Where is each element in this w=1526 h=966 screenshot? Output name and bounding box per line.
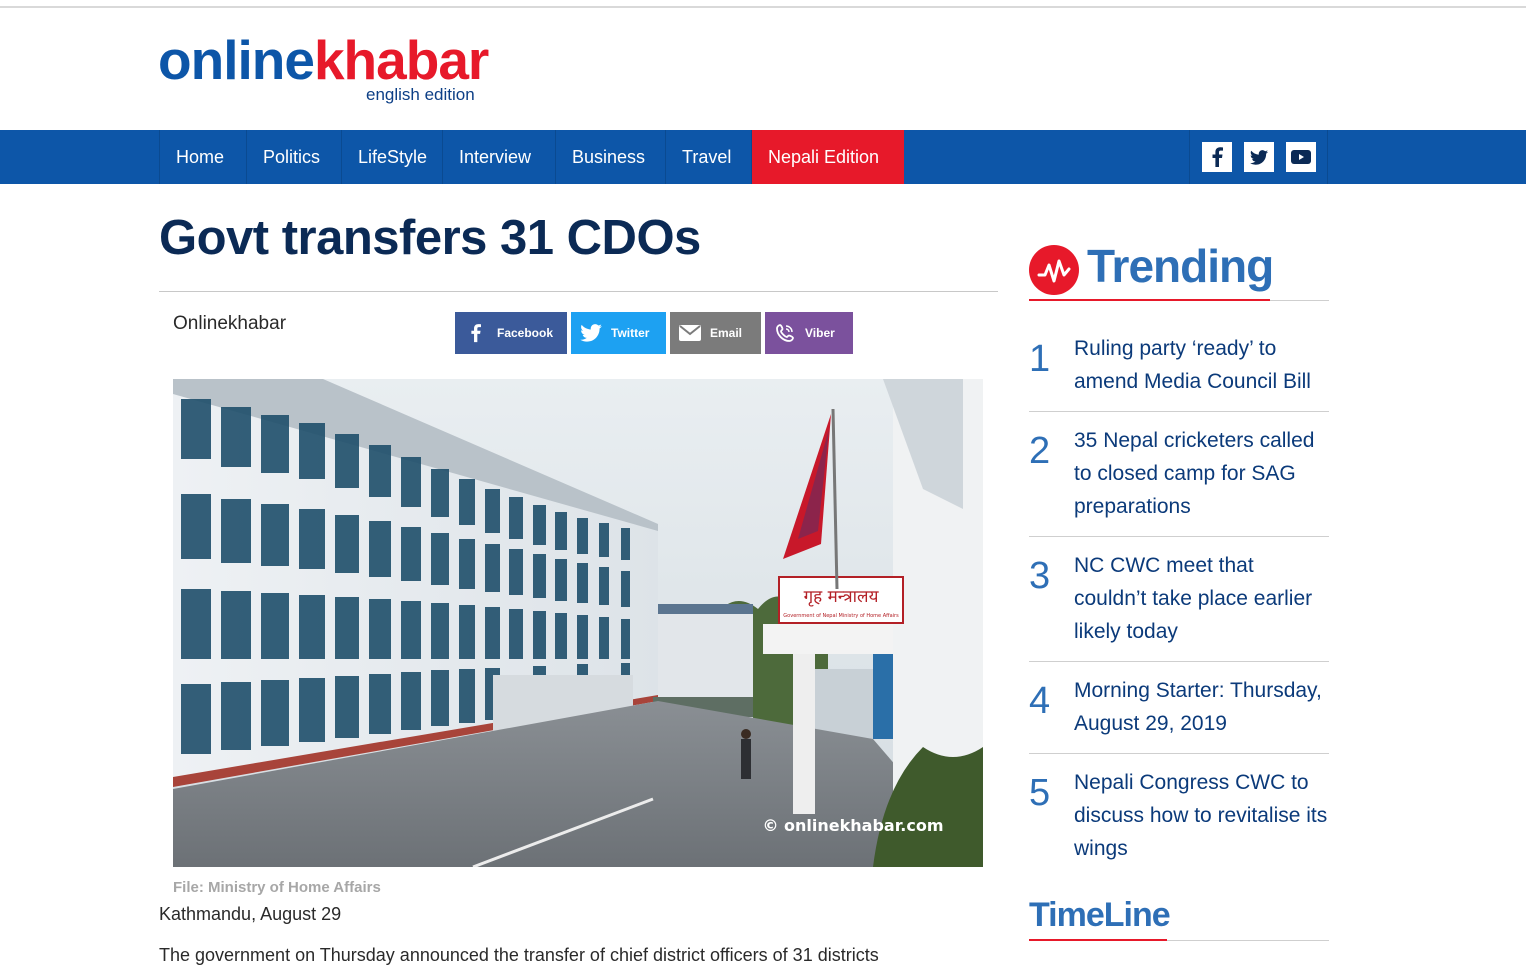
logo-subtitle: english edition (366, 85, 475, 104)
timeline-accent-line (1029, 939, 1167, 941)
nav-item-travel[interactable]: Travel (665, 130, 751, 184)
trending-item[interactable]: 2 35 Nepal cricketers called to closed c… (1029, 412, 1329, 537)
share-email-button[interactable]: Email (670, 312, 761, 354)
trending-rank: 1 (1029, 338, 1051, 380)
article-photo: गृह मन्त्रालय Government of Nepal Minist… (173, 379, 983, 867)
trending-icon (1029, 245, 1079, 295)
site-logo[interactable]: onlinekhabar english edition (158, 30, 518, 110)
logo-online-text: online (158, 29, 315, 91)
trending-headline[interactable]: Ruling party ‘ready’ to amend Media Coun… (1074, 332, 1329, 398)
trending-rank: 3 (1029, 555, 1051, 597)
trending-item[interactable]: 5 Nepali Congress CWC to discuss how to … (1029, 754, 1329, 872)
nav-item-lifestyle[interactable]: LifeStyle (341, 130, 442, 184)
twitter-icon[interactable] (1244, 142, 1274, 172)
photo-caption: File: Ministry of Home Affairs (173, 879, 381, 896)
trending-headline[interactable]: Nepali Congress CWC to discuss how to re… (1074, 766, 1329, 865)
share-facebook-button[interactable]: Facebook (455, 312, 567, 354)
nav-item-nepali-edition[interactable]: Nepali Edition (751, 130, 904, 184)
trending-item[interactable]: 1 Ruling party ‘ready’ to amend Media Co… (1029, 330, 1329, 412)
logo-wordmark: onlinekhabar (158, 29, 489, 91)
social-links (1189, 130, 1328, 184)
trending-headline[interactable]: NC CWC meet that couldn’t take place ear… (1074, 549, 1329, 648)
trending-rank: 5 (1029, 772, 1051, 814)
main-nav: Home Politics LifeStyle Interview Busine… (0, 130, 1526, 184)
facebook-icon (455, 323, 495, 343)
photo-sign-nepali: गृह मन्त्रालय (804, 587, 880, 607)
nav-item-home[interactable]: Home (159, 130, 246, 184)
photo-watermark: © onlinekhabar.com (762, 816, 943, 835)
trending-accent-line (1029, 299, 1270, 301)
share-viber-label: Viber (805, 326, 835, 340)
envelope-icon (670, 325, 710, 341)
share-facebook-label: Facebook (497, 326, 554, 340)
share-twitter-label: Twitter (611, 326, 650, 340)
trending-item[interactable]: 3 NC CWC meet that couldn’t take place e… (1029, 537, 1329, 662)
timeline-heading: TimeLine (1029, 896, 1171, 934)
top-border (0, 6, 1526, 8)
nav-item-interview[interactable]: Interview (442, 130, 555, 184)
article-dateline: Kathmandu, August 29 (159, 904, 342, 924)
title-divider (159, 291, 998, 292)
share-viber-button[interactable]: Viber (765, 312, 853, 354)
share-twitter-button[interactable]: Twitter (571, 312, 666, 354)
trending-item[interactable]: 4 Morning Starter: Thursday, August 29, … (1029, 662, 1329, 754)
facebook-icon[interactable] (1202, 142, 1232, 172)
trending-headline[interactable]: Morning Starter: Thursday, August 29, 20… (1074, 674, 1329, 740)
youtube-icon[interactable] (1286, 142, 1316, 172)
share-email-label: Email (710, 326, 743, 340)
trending-rank: 4 (1029, 680, 1051, 722)
trending-heading: Trending (1087, 240, 1274, 292)
article-title: Govt transfers 31 CDOs (159, 211, 701, 265)
trending-headline[interactable]: 35 Nepal cricketers called to closed cam… (1074, 424, 1329, 523)
photo-sign-english: Government of Nepal Ministry of Home Aff… (783, 613, 899, 619)
logo-khabar-text: khabar (313, 29, 489, 91)
twitter-icon (571, 324, 611, 342)
viber-phone-icon (765, 323, 805, 343)
nav-item-business[interactable]: Business (555, 130, 665, 184)
trending-rank: 2 (1029, 430, 1051, 472)
nav-item-politics[interactable]: Politics (246, 130, 341, 184)
article-author[interactable]: Onlinekhabar (173, 313, 286, 335)
